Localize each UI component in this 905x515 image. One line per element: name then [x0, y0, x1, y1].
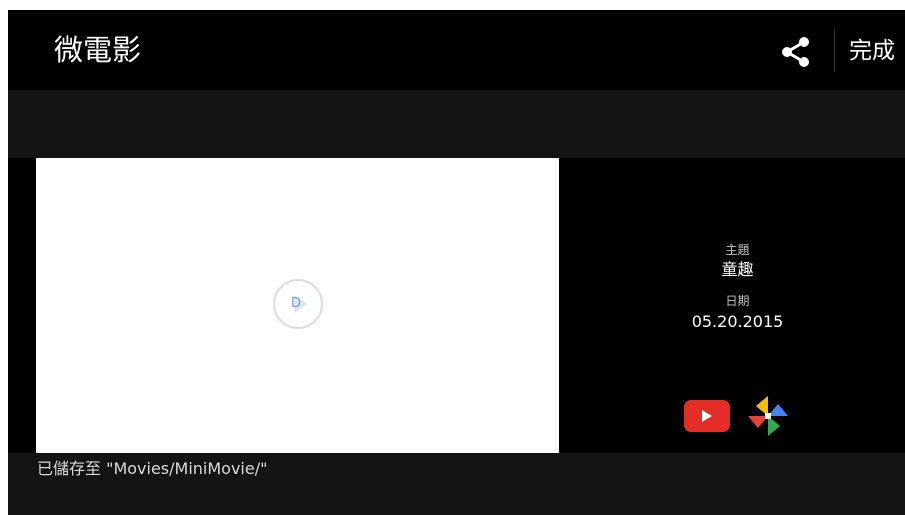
share-button[interactable] [776, 32, 816, 72]
movie-info-panel: 主題 童趣 日期 05.20.2015 [559, 158, 905, 453]
video-preview[interactable]: D [36, 158, 559, 453]
toolbar-divider [834, 28, 835, 72]
save-location-message: 已儲存至 "Movies/MiniMovie/" [37, 459, 268, 478]
google-photos-icon [748, 396, 788, 436]
youtube-button[interactable] [684, 400, 730, 432]
google-photos-button[interactable] [745, 393, 791, 439]
youtube-icon [702, 410, 712, 422]
top-app-bar: 微電影 完成 [8, 10, 905, 90]
footer-bar: 已儲存至 "Movies/MiniMovie/" [8, 453, 905, 515]
play-icon-glyph: D [291, 296, 302, 311]
done-button[interactable]: 完成 [849, 34, 895, 68]
theme-value: 童趣 [721, 260, 754, 279]
theme-label: 主題 [725, 243, 750, 257]
app-title: 微電影 [54, 33, 142, 67]
play-button[interactable]: D [273, 279, 323, 329]
date-value: 05.20.2015 [691, 312, 784, 331]
mini-movie-screen: 微電影 完成 D 主題 童趣 日期 05.20.2015 已儲存至 "Movie… [8, 10, 905, 515]
share-icon [782, 37, 809, 67]
empty-toolbar-strip [8, 90, 905, 158]
date-label: 日期 [725, 294, 750, 308]
